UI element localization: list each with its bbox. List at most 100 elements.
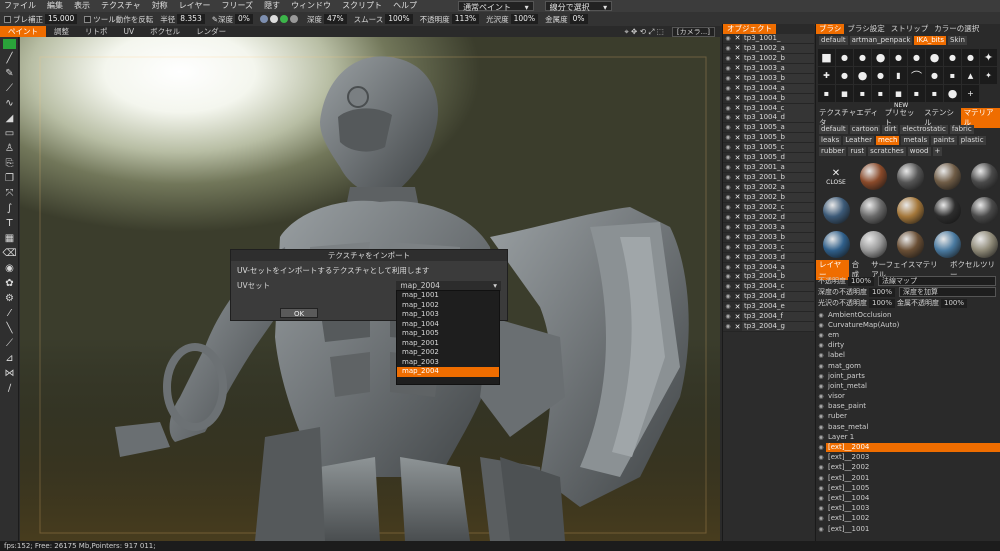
visibility-eye-icon[interactable]: ◉ bbox=[723, 35, 733, 42]
layer-row[interactable]: ◉ dirty bbox=[816, 341, 1000, 351]
material-category-tab[interactable]: fabric bbox=[949, 125, 974, 134]
menu-script[interactable]: スクリプト bbox=[342, 0, 382, 12]
material-category-tab[interactable]: electrostatic bbox=[900, 125, 948, 134]
visibility-eye-icon[interactable]: ◉ bbox=[816, 332, 826, 339]
dropdown-option[interactable]: map_1005 bbox=[397, 329, 499, 339]
tab-paint[interactable]: ペイント bbox=[0, 26, 46, 37]
invert-checkbox[interactable] bbox=[84, 15, 92, 23]
visibility-eye-icon[interactable]: ◉ bbox=[723, 105, 733, 112]
visibility-eye-icon[interactable]: ◉ bbox=[723, 154, 733, 161]
object-row[interactable]: ◉ ✕ tp3_2003_c bbox=[723, 242, 814, 253]
dropdown-option[interactable]: map_1003 bbox=[397, 310, 499, 320]
layer-row[interactable]: ◉ base_paint bbox=[816, 402, 1000, 412]
material-category-tab[interactable]: plastic bbox=[958, 136, 986, 145]
brush-alpha-icon[interactable]: ● bbox=[944, 49, 961, 66]
layer-row[interactable]: ◉ CurvatureMap(Auto) bbox=[816, 320, 1000, 330]
object-row[interactable]: ◉ ✕ tp3_1003_a bbox=[723, 63, 814, 74]
material-category-tab[interactable]: rust bbox=[848, 147, 867, 156]
opacity-control[interactable]: 不透明度 113% bbox=[420, 14, 480, 25]
object-row[interactable]: ◉ ✕ tp3_2003_b bbox=[723, 232, 814, 243]
visibility-eye-icon[interactable]: ◉ bbox=[816, 363, 826, 370]
brush-alpha-icon[interactable]: + bbox=[962, 85, 979, 102]
metal-value[interactable]: 0% bbox=[569, 14, 588, 24]
smooth-value[interactable]: 100% bbox=[385, 14, 413, 24]
menu-freeze[interactable]: フリーズ bbox=[221, 0, 253, 12]
close-icon[interactable]: ✕ bbox=[733, 293, 742, 301]
close-icon[interactable]: ✕ bbox=[733, 64, 742, 72]
close-icon[interactable]: ✕ bbox=[733, 94, 742, 102]
copy-tool-icon[interactable]: ❐ bbox=[0, 171, 19, 186]
visibility-eye-icon[interactable]: ◉ bbox=[723, 55, 733, 62]
tab-render[interactable]: レンダー bbox=[188, 26, 234, 37]
objects-tab[interactable]: オブジェクト bbox=[723, 24, 776, 34]
visibility-eye-icon[interactable]: ◉ bbox=[816, 352, 826, 359]
brush-alpha-icon[interactable]: ▪ bbox=[836, 85, 853, 102]
menu-view[interactable]: 表示 bbox=[74, 0, 90, 12]
visibility-eye-icon[interactable]: ◉ bbox=[723, 293, 733, 300]
close-icon[interactable]: ✕ bbox=[733, 263, 742, 271]
close-icon[interactable]: ✕ bbox=[733, 283, 742, 291]
radius-control[interactable]: 半径 8.353 bbox=[160, 14, 205, 25]
visibility-eye-icon[interactable]: ◉ bbox=[723, 234, 733, 241]
layer-row[interactable]: ◉ AmbientOcclusion bbox=[816, 310, 1000, 320]
close-icon[interactable]: ✕ bbox=[733, 203, 742, 211]
visibility-eye-icon[interactable]: ◉ bbox=[723, 174, 733, 181]
material-preview-sphere[interactable] bbox=[892, 228, 928, 261]
material-spheres[interactable] bbox=[259, 15, 300, 23]
knife-tool-icon[interactable]: ⟋ bbox=[0, 336, 19, 351]
invert-control[interactable]: ツール動作を反転 bbox=[84, 14, 153, 25]
close-icon[interactable]: ✕ bbox=[733, 44, 742, 52]
layer-row[interactable]: ◉ ruber bbox=[816, 412, 1000, 422]
object-row[interactable]: ◉ ✕ tp3_2003_a bbox=[723, 222, 814, 233]
brush-alpha-icon[interactable]: ▮ bbox=[890, 67, 907, 84]
layer-opacity-value[interactable]: 100% bbox=[848, 276, 875, 286]
object-row[interactable]: ◉ ✕ tp3_2002_b bbox=[723, 192, 814, 203]
visibility-eye-icon[interactable]: ◉ bbox=[723, 303, 733, 310]
material-preview-sphere[interactable] bbox=[966, 228, 1000, 261]
brush-pack-ika[interactable]: IKA_bits bbox=[914, 36, 947, 45]
visibility-eye-icon[interactable]: ◉ bbox=[723, 95, 733, 102]
material-category-tab[interactable]: leaks bbox=[819, 136, 842, 145]
eraser-tool-icon[interactable]: ▭ bbox=[0, 126, 19, 141]
metal-opacity-value[interactable]: 100% bbox=[941, 298, 968, 308]
close-icon[interactable]: ✕ bbox=[733, 114, 742, 122]
line-tool-icon[interactable]: ╲ bbox=[0, 321, 19, 336]
material-preview-sphere[interactable] bbox=[855, 228, 891, 261]
smoothing-control[interactable]: ブレ補正 15.000 bbox=[4, 14, 78, 25]
select-mode-select[interactable]: 線分で選択 ▾ bbox=[544, 1, 613, 12]
material-category-tab[interactable]: cartoon bbox=[849, 125, 881, 134]
gloss-control[interactable]: 光沢度 100% bbox=[486, 14, 539, 25]
visibility-eye-icon[interactable]: ◉ bbox=[723, 124, 733, 131]
close-icon[interactable]: ✕ bbox=[733, 164, 742, 172]
depth-value[interactable]: 0% bbox=[235, 14, 253, 24]
visibility-eye-icon[interactable]: ◉ bbox=[816, 403, 826, 410]
object-row[interactable]: ◉ ✕ tp3_2002_d bbox=[723, 212, 814, 223]
brush-alpha-icon[interactable]: ● bbox=[836, 49, 853, 66]
material-preview-sphere[interactable] bbox=[966, 160, 1000, 193]
gloss-sphere-icon[interactable] bbox=[269, 15, 278, 23]
radius-value[interactable]: 8.353 bbox=[177, 14, 205, 24]
close-icon[interactable]: ✕ bbox=[733, 174, 742, 182]
visibility-eye-icon[interactable]: ◉ bbox=[816, 413, 826, 420]
visibility-eye-icon[interactable]: ◉ bbox=[816, 454, 826, 461]
metal-sphere-icon[interactable] bbox=[289, 15, 298, 23]
ok-button[interactable]: OK bbox=[280, 308, 318, 318]
close-icon[interactable]: ✕ bbox=[733, 84, 742, 92]
iron-tool-icon[interactable]: ⊿ bbox=[0, 351, 19, 366]
material-category-tab[interactable]: metals bbox=[901, 136, 930, 145]
paint-mode-select[interactable]: 通常ペイント ▾ bbox=[458, 1, 534, 12]
brush-alpha-icon[interactable]: ▪ bbox=[818, 85, 835, 102]
brush-alpha-icon[interactable]: ● bbox=[854, 49, 871, 66]
object-row[interactable]: ◉ ✕ tp3_2004_g bbox=[723, 322, 814, 333]
close-icon[interactable]: ✕ bbox=[733, 313, 742, 321]
clone-tool-icon[interactable]: ⎘ bbox=[0, 156, 19, 171]
visibility-eye-icon[interactable]: ◉ bbox=[723, 214, 733, 221]
dropdown-option[interactable]: map_2002 bbox=[397, 348, 499, 358]
transform-tool-icon[interactable]: ⤧ bbox=[0, 186, 19, 201]
menu-file[interactable]: ファイル bbox=[4, 0, 36, 12]
layer-row[interactable]: ◉ [ext]__1002 bbox=[816, 514, 1000, 524]
object-row[interactable]: ◉ ✕ tp3_2001_b bbox=[723, 173, 814, 184]
object-row[interactable]: ◉ ✕ tp3_2002_a bbox=[723, 183, 814, 193]
visibility-eye-icon[interactable]: ◉ bbox=[816, 424, 826, 431]
material-category-tab[interactable]: rubber bbox=[819, 147, 847, 156]
